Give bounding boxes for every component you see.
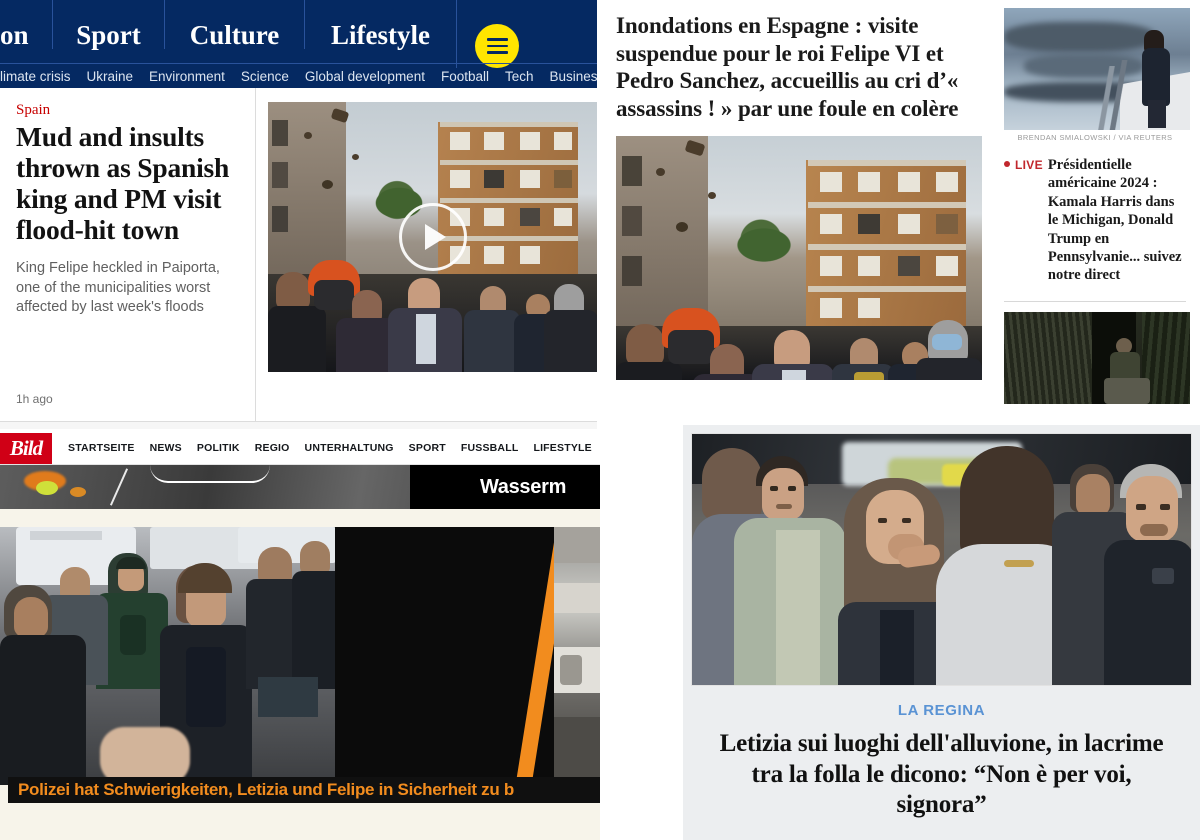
bild-spacer <box>0 509 600 527</box>
bild-nav-lifestyle[interactable]: LIFESTYLE <box>533 442 591 454</box>
live-dot-icon <box>1004 161 1010 167</box>
nav-item-culture[interactable]: Culture <box>164 0 304 49</box>
subnav-item-tech[interactable]: Tech <box>505 69 534 84</box>
lemonde-sidebar-photo-2[interactable] <box>1004 311 1190 404</box>
lemonde-live-headline[interactable]: Présidentielle américaine 2024 : Kamala … <box>1048 156 1186 285</box>
collage-stage: on Sport Culture Lifestyle limate crisis… <box>0 0 1200 840</box>
guardian-article-card: Spain Mud and insults thrown as Spanish … <box>0 88 597 432</box>
article-kicker[interactable]: Spain <box>16 102 239 119</box>
bild-nav-fussball[interactable]: FUSSBALL <box>461 442 519 454</box>
subnav-item-environment[interactable]: Environment <box>149 69 225 84</box>
subnav-item-football[interactable]: Football <box>441 69 489 84</box>
lemonde-panel: Inondations en Espagne : visite suspendu… <box>600 0 1200 432</box>
nav-item-opinion[interactable]: on <box>0 0 52 49</box>
bild-headline-block: Wütende Menge geht auf Königspaar <box>335 527 600 785</box>
gutter-horizontal <box>0 429 600 433</box>
italian-text-block: LA REGINA Letizia sui luoghi dell'alluvi… <box>683 686 1200 821</box>
play-button-icon[interactable] <box>398 203 467 271</box>
lemonde-main-column: Inondations en Espagne : visite suspendu… <box>600 0 1000 432</box>
lemonde-headline[interactable]: Inondations en Espagne : visite suspendu… <box>616 12 984 122</box>
bild-nav-unterhaltung[interactable]: UNTERHALTUNG <box>305 442 394 454</box>
italian-headline[interactable]: Letizia sui luoghi dell'alluvione, in la… <box>707 729 1176 821</box>
article-standfirst: King Felipe heckled in Paiporta, one of … <box>16 260 220 315</box>
guardian-menu-cell <box>456 0 576 68</box>
hamburger-menu-icon[interactable] <box>475 24 519 68</box>
gutter-top-right-strip <box>600 418 683 432</box>
guardian-primary-nav: on Sport Culture Lifestyle <box>0 0 597 68</box>
nav-item-lifestyle[interactable]: Lifestyle <box>304 0 456 49</box>
bild-nav-sport[interactable]: SPORT <box>409 442 446 454</box>
italian-video-player[interactable] <box>691 433 1192 686</box>
italian-kicker[interactable]: LA REGINA <box>707 702 1176 719</box>
bild-caption-bar: Polizei hat Schwierigkeiten, Letizia und… <box>8 777 600 803</box>
lemonde-sidebar-photo[interactable] <box>1004 8 1190 130</box>
subnav-item-global-development[interactable]: Global development <box>305 69 425 84</box>
lemonde-article-photo[interactable] <box>616 136 982 381</box>
bild-nav-news[interactable]: NEWS <box>150 442 182 454</box>
nav-item-sport[interactable]: Sport <box>52 0 164 49</box>
bild-nav-startseite[interactable]: STARTSEITE <box>68 442 135 454</box>
bild-weather-banner-text: Wasserm <box>479 475 567 498</box>
lemonde-live-article[interactable]: LIVE Présidentielle américaine 2024 : Ka… <box>1004 156 1186 285</box>
sidebar-divider <box>1004 300 1186 302</box>
subnav-item-climate-crisis[interactable]: limate crisis <box>0 69 71 84</box>
photo-credit: BRENDAN SMIALOWSKI / VIA REUTERS <box>1017 133 1173 142</box>
subnav-item-business[interactable]: Business <box>550 69 597 84</box>
gutter-vertical-bottom <box>600 432 683 840</box>
bild-teaser-photo[interactable] <box>0 527 345 785</box>
article-video-thumbnail[interactable] <box>268 102 597 372</box>
subnav-item-science[interactable]: Science <box>241 69 289 84</box>
bild-video-strip[interactable] <box>554 527 600 785</box>
subnav-item-ukraine[interactable]: Ukraine <box>87 69 134 84</box>
guardian-article-text: Spain Mud and insults thrown as Spanish … <box>0 88 256 432</box>
guardian-secondary-nav: limate crisis Ukraine Environment Scienc… <box>0 63 597 88</box>
bild-panel: Bild STARTSEITE NEWS POLITIK REGIO UNTER… <box>0 432 600 840</box>
article-headline[interactable]: Mud and insults thrown as Spanish king a… <box>16 121 239 245</box>
bild-nav-items: STARTSEITE NEWS POLITIK REGIO UNTERHALTU… <box>52 432 600 464</box>
bild-nav-politik[interactable]: POLITIK <box>197 442 240 454</box>
bild-nav-regio[interactable]: REGIO <box>255 442 290 454</box>
guardian-navigation: on Sport Culture Lifestyle limate crisis… <box>0 0 597 88</box>
live-badge: LIVE <box>1015 158 1043 172</box>
bild-navigation: Bild STARTSEITE NEWS POLITIK REGIO UNTER… <box>0 432 600 465</box>
bild-caption-text: Polizei hat Schwierigkeiten, Letizia und… <box>18 780 514 799</box>
bild-teaser[interactable]: Wütende Menge geht auf Königspaar Polize… <box>0 527 600 817</box>
guardian-media-column <box>256 88 597 432</box>
article-timestamp: 1h ago <box>16 392 53 406</box>
gutter-vertical-top <box>597 0 600 432</box>
guardian-panel: on Sport Culture Lifestyle limate crisis… <box>0 0 597 432</box>
bild-weather-radar[interactable]: Wasserm <box>0 465 600 509</box>
italian-video-wrap <box>683 425 1200 686</box>
lemonde-sidebar: BRENDAN SMIALOWSKI / VIA REUTERS LIVE Pr… <box>1000 0 1200 432</box>
italian-panel: LA REGINA Letizia sui luoghi dell'alluvi… <box>683 425 1200 840</box>
bild-logo[interactable]: Bild <box>0 432 52 464</box>
bild-weather-banner[interactable]: Wasserm <box>410 465 600 509</box>
